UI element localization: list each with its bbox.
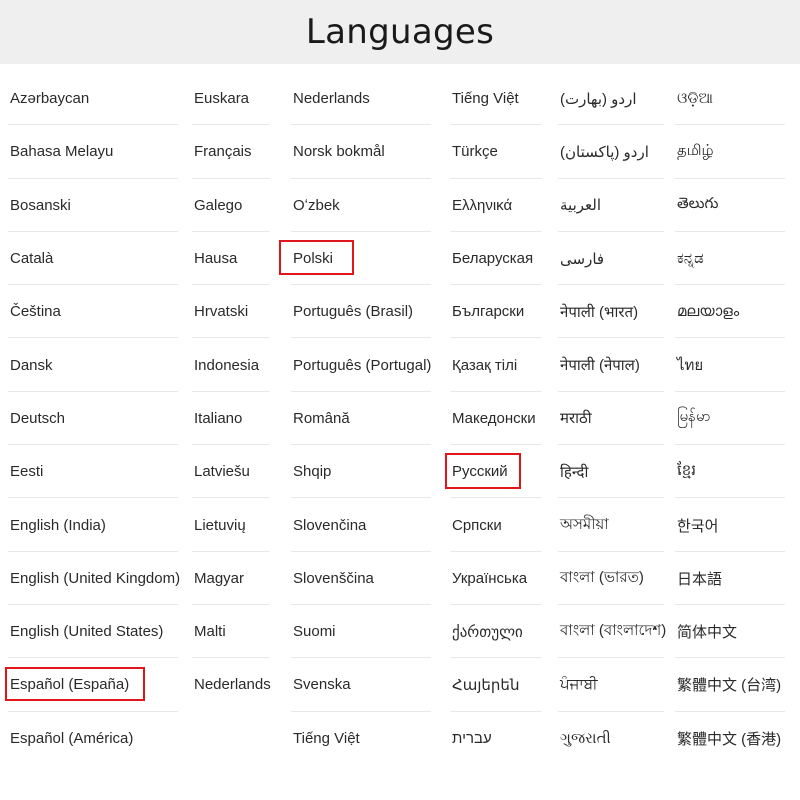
language-option[interactable]: Svenska [291,658,439,712]
language-option[interactable]: Русский [450,445,550,499]
language-option[interactable]: Hausa [192,232,278,286]
language-option[interactable]: اردو (بھارت) [558,72,672,126]
language-option[interactable]: Oʻzbek [291,179,439,232]
language-option[interactable]: Euskara [192,72,278,126]
language-option[interactable]: Polski [291,232,439,286]
language-option[interactable]: Қазақ тілі [450,338,550,392]
language-option[interactable]: Eesti [8,445,186,499]
language-option[interactable]: English (India) [8,498,186,552]
language-option[interactable]: বাংলা (বাংলাদেশ) [558,605,672,659]
language-option[interactable]: Tiếng Việt [291,712,439,765]
language-column-4: Tiếng Việt Türkçe Ελληνικά Беларуская Българ… [450,72,550,765]
language-option[interactable]: Italiano [192,392,278,446]
language-option[interactable]: Shqip [291,445,439,499]
language-option[interactable]: ខ្មែរ [675,445,793,499]
language-option[interactable]: বাংলা (ভারত) [558,552,672,605]
language-option[interactable]: ქართული [450,605,550,659]
language-option[interactable]: ಕನ್ನಡ [675,232,793,286]
language-option[interactable]: Slovenščina [291,552,439,605]
language-option[interactable]: Suomi [291,605,439,659]
language-option[interactable]: Slovenčina [291,498,439,552]
language-option[interactable]: Српски [450,498,550,552]
language-column-6: ଓଡ଼ିଆ தமிழ் తెలుగు ಕನ್ನಡ മലയാളം ไทย မြန်မာ ខ្មែ… [675,72,793,765]
language-option[interactable]: Español (América) [8,712,186,765]
language-option[interactable]: 한국어 [675,498,793,552]
language-option[interactable]: Română [291,392,439,446]
language-option[interactable]: မြန်မာ [675,392,793,446]
language-option[interactable]: Lietuvių [192,498,278,552]
language-option[interactable]: 繁體中文 (香港) [675,712,793,765]
language-option[interactable]: ગુજરાતી [558,712,672,765]
language-option[interactable]: Čeština [8,285,186,339]
language-option[interactable]: Français [192,125,278,179]
language-option[interactable]: অসমীয়া [558,498,672,552]
language-option[interactable]: తెలుగు [675,179,793,232]
language-option[interactable]: Azərbaycan [8,72,186,126]
header-bar: Languages [0,0,800,64]
language-option[interactable]: 繁體中文 (台湾) [675,658,793,712]
language-option[interactable]: Türkçe [450,125,550,179]
language-option[interactable]: Latviešu [192,445,278,499]
language-option[interactable]: Deutsch [8,392,186,446]
language-option[interactable]: Dansk [8,338,186,392]
language-option[interactable]: Hrvatski [192,285,278,339]
language-option[interactable]: Português (Portugal) [291,338,439,392]
language-option[interactable]: Беларуская [450,232,550,286]
language-option[interactable]: Nederlands [192,658,278,711]
language-option[interactable]: Български [450,285,550,339]
language-option[interactable]: Español (España) [8,658,186,712]
language-option[interactable]: Українська [450,552,550,605]
language-option[interactable]: Galego [192,179,278,232]
language-option[interactable]: हिन्दी [558,445,672,499]
language-option[interactable]: ไทย [675,338,793,392]
language-option[interactable]: Norsk bokmål [291,125,439,179]
language-option[interactable]: नेपाली (भारत) [558,285,672,339]
language-option[interactable]: தமிழ் [675,125,793,179]
language-option[interactable]: Português (Brasil) [291,285,439,339]
language-option[interactable]: Հայերեն [450,658,550,712]
page-title: Languages [305,12,495,52]
language-option[interactable]: العربية [558,179,672,232]
language-column-5: اردو (بھارت) اردو (پاکستان) العربية فارسی ने… [558,72,672,765]
language-option[interactable]: Català [8,232,186,286]
language-option[interactable]: Tiếng Việt [450,72,550,126]
language-option[interactable]: فارسی [558,232,672,286]
language-option[interactable]: 简体中文 [675,605,793,659]
language-option[interactable]: Bahasa Melayu [8,125,186,179]
language-option[interactable]: 日本語 [675,552,793,605]
language-option[interactable]: Malti [192,605,278,659]
language-option[interactable]: اردو (پاکستان) [558,125,672,179]
language-option[interactable]: ਪੰਜਾਬੀ [558,658,672,712]
language-option[interactable]: Ελληνικά [450,179,550,232]
language-column-3: Nederlands Norsk bokmål Oʻzbek Polski Portug… [291,72,439,765]
language-option[interactable]: Nederlands [291,72,439,126]
language-option[interactable]: עברית [450,712,550,765]
language-option[interactable]: Македонски [450,392,550,446]
language-option[interactable]: Bosanski [8,179,186,232]
language-column-2: Euskara Français Galego Hausa Hrvatski Indone… [192,72,278,712]
language-option[interactable]: Indonesia [192,338,278,392]
language-option[interactable]: ଓଡ଼ିଆ [675,72,793,126]
language-option[interactable]: English (United States) [8,605,186,659]
language-option[interactable]: Magyar [192,552,278,605]
language-option[interactable]: മലയാളം [675,285,793,339]
language-option[interactable]: English (United Kingdom) [8,552,186,605]
language-option[interactable]: मराठी [558,392,672,446]
language-option[interactable]: नेपाली (नेपाल) [558,338,672,392]
language-column-1: Azərbaycan Bahasa Melayu Bosanski Català Češ… [8,72,186,765]
